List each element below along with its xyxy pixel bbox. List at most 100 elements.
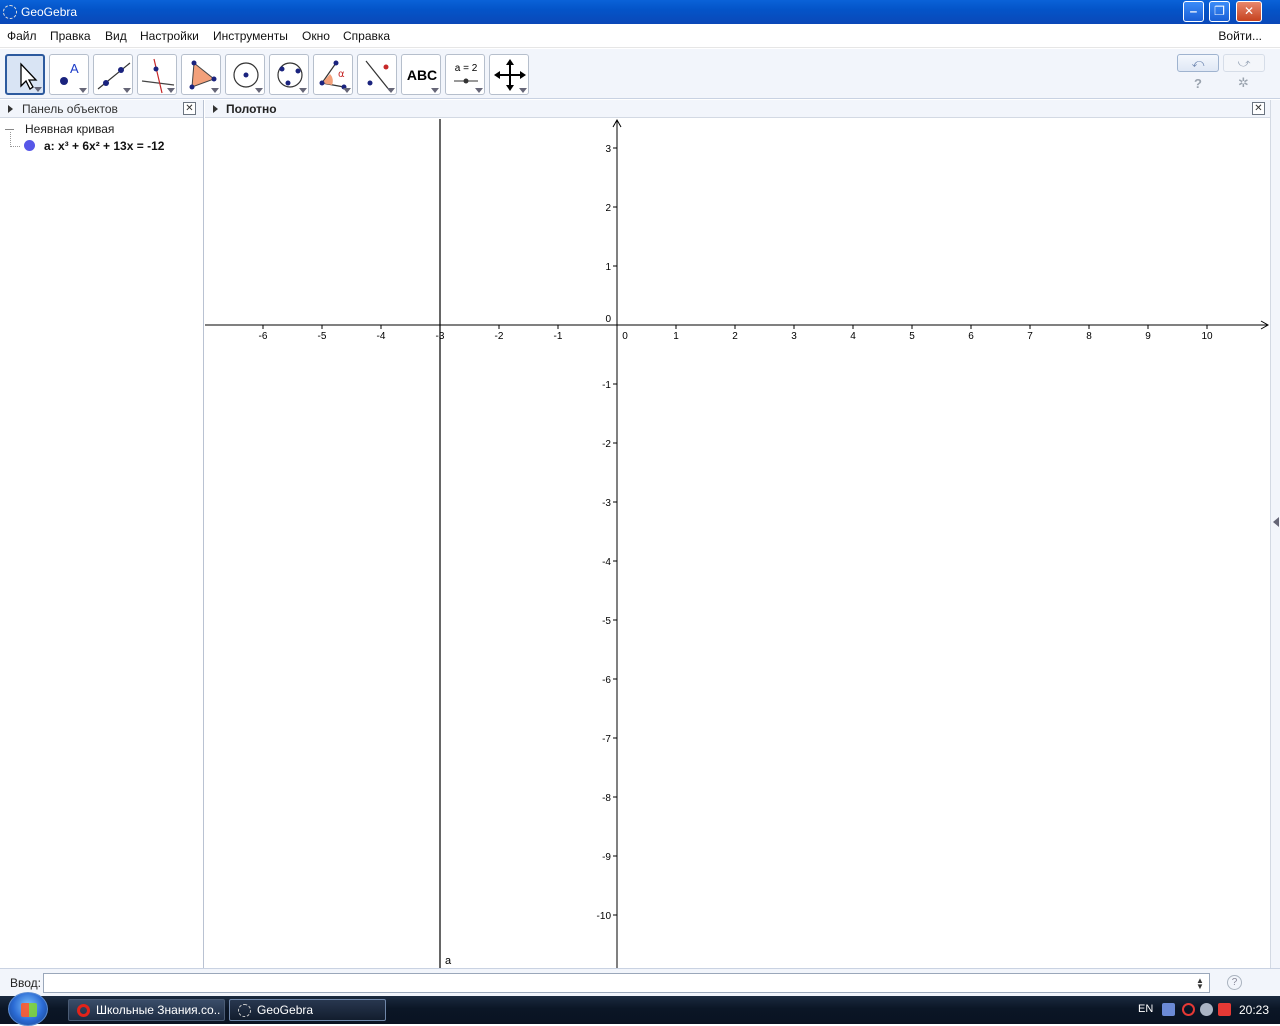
algebra-panel-title: Панель объектов [22,102,118,116]
geogebra-icon [238,1004,251,1017]
tree-connector-branch [10,146,20,147]
y-tick-label: -5 [602,616,611,627]
toolbar: A α ABC a = 2 ⤺ ⤻ ? ✲ [0,49,1280,99]
taskbar-item-geogebra[interactable]: GeoGebra [229,999,386,1021]
x-tick-label: 1 [673,331,679,342]
collapse-tree-icon[interactable] [5,129,14,130]
tool-slider[interactable]: a = 2 [445,54,485,95]
input-history-dropdown-icon[interactable]: ▲ ▼ [1196,977,1204,991]
x-tick-label: -4 [377,331,386,342]
antivirus-icon[interactable] [1182,1003,1195,1016]
opera-icon [77,1004,90,1017]
y-tick-label: 3 [605,144,611,155]
y-tick-label: 2 [605,203,611,214]
x-tick-label: 9 [1145,331,1151,342]
menu-view[interactable]: Вид [105,29,127,43]
close-icon[interactable]: ✕ [1236,1,1262,22]
y-tick-label: -4 [602,557,611,568]
x-tick-label: 6 [968,331,974,342]
help-icon[interactable]: ? [1194,76,1202,91]
window-title: GeoGebra [21,5,78,19]
update-icon[interactable] [1218,1003,1231,1016]
geogebra-icon [3,5,17,19]
tool-perpendicular[interactable] [137,54,177,95]
gear-icon[interactable]: ✲ [1238,75,1249,91]
taskbar: Школьные Знания.co... GeoGebra EN 20:23 [0,992,1280,1026]
x-tick-label: 2 [732,331,738,342]
tool-point[interactable]: A [49,54,89,95]
redo-icon[interactable]: ⤻ [1223,54,1265,72]
language-indicator[interactable]: EN [1138,1003,1153,1015]
graphics-view: Полотно ✕ -6-5-4-3-2-1012345678910321-1-… [205,100,1270,968]
title-bar: GeoGebra ‒ ❐ ✕ [0,0,1280,24]
menu-settings[interactable]: Настройки [140,29,199,43]
collapse-arrow-icon [1273,517,1279,527]
restore-icon[interactable]: ❐ [1209,1,1230,22]
x-tick-label: -1 [554,331,563,342]
algebra-panel-header: Панель объектов ✕ [0,100,203,118]
input-label: Ввод: [10,976,41,990]
svg-text:α: α [338,69,345,80]
undo-icon[interactable]: ⤺ [1177,54,1219,72]
y-tick-label: -8 [602,793,611,804]
x-tick-label: 4 [850,331,856,342]
x-tick-label: 5 [909,331,915,342]
algebra-object-a[interactable]: a: x³ + 6x² + 13x = -12 [44,139,164,153]
algebra-panel: Панель объектов ✕ Неявная кривая a: x³ +… [0,100,204,968]
y-tick-label: -6 [602,675,611,686]
side-panel-toggle[interactable] [1270,100,1280,968]
tool-move[interactable] [5,54,45,95]
y-tick-label: -7 [602,734,611,745]
tool-line[interactable] [93,54,133,95]
windows-logo-icon [21,1003,37,1017]
text-icon: ABC [406,67,438,83]
y-tick-label: -1 [602,380,611,391]
tool-circle-three-points[interactable] [269,54,309,95]
x-tick-label: 3 [791,331,797,342]
login-link[interactable]: Войти... [1218,29,1262,43]
x-tick-label: 8 [1086,331,1092,342]
origin-label: 0 [605,314,611,325]
input-bar: Ввод: ▲ ▼ ? [0,968,1280,996]
graphics-view-title: Полотно [226,102,277,116]
tool-move-graphics[interactable] [489,54,529,95]
menu-file[interactable]: Файл [7,29,37,43]
tool-angle[interactable]: α [313,54,353,95]
input-field[interactable] [43,973,1210,993]
menu-window[interactable]: Окно [302,29,330,43]
y-tick-label: -9 [602,852,611,863]
close-panel-icon[interactable]: ✕ [183,102,196,115]
minimize-icon[interactable]: ‒ [1183,1,1204,22]
graphics-canvas[interactable]: -6-5-4-3-2-1012345678910321-1-2-3-4-5-6-… [205,119,1270,968]
taskbar-item-label: GeoGebra [257,1003,314,1017]
menu-tools[interactable]: Инструменты [213,29,288,43]
graphics-view-header: Полотно ✕ [205,100,1270,118]
close-graphics-icon[interactable]: ✕ [1252,102,1265,115]
clock: 20:23 [1239,1003,1270,1017]
menu-edit[interactable]: Правка [50,29,91,43]
menu-help[interactable]: Справка [343,29,390,43]
taskbar-item-label: Школьные Знания.co... [96,1003,221,1017]
visibility-toggle-icon[interactable] [24,140,35,151]
x-tick-label: -6 [259,331,268,342]
network-icon[interactable] [1162,1003,1175,1016]
volume-icon[interactable] [1200,1003,1213,1016]
taskbar-item-browser[interactable]: Школьные Знания.co... [68,999,225,1021]
tool-polygon[interactable] [181,54,221,95]
tree-connector [10,132,11,147]
x-tick-label: -5 [318,331,327,342]
y-tick-label: -2 [602,439,611,450]
system-tray: EN 20:23 [1130,996,1280,1024]
tool-text[interactable]: ABC [401,54,441,95]
tool-reflect[interactable] [357,54,397,95]
y-tick-label: -3 [602,498,611,509]
tool-circle-center[interactable] [225,54,265,95]
x-tick-label: 7 [1027,331,1033,342]
menu-bar: Файл Правка Вид Настройки Инструменты Ок… [0,24,1280,48]
expand-arrow-icon[interactable] [8,105,13,113]
start-button[interactable] [8,992,48,1026]
input-help-icon[interactable]: ? [1227,975,1242,990]
expand-arrow-icon[interactable] [213,105,218,113]
x-tick-label: 10 [1201,331,1213,342]
y-tick-label: -10 [597,911,612,922]
